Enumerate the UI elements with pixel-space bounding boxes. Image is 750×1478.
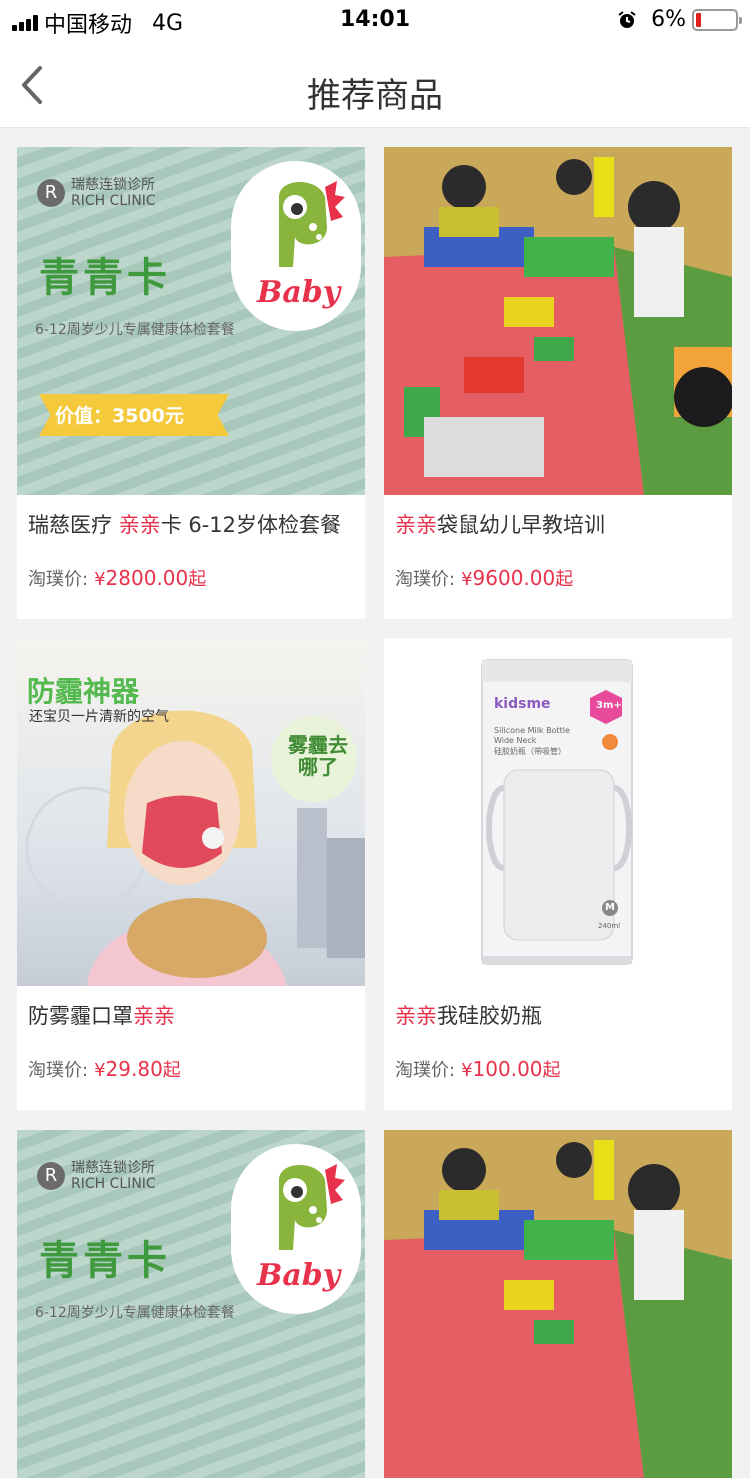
bottle-line1: Silicone Milk Bottle [494, 726, 570, 735]
image-headline: 防霾神器 [27, 675, 140, 708]
badge-text: Baby [257, 275, 341, 310]
bottle-age: 3m+ [596, 700, 622, 711]
price-value: 2800.00 [105, 566, 189, 590]
badge-text: Baby [257, 1258, 341, 1293]
product-image[interactable]: 防霾神器 还宝贝一片清新的空气 雾霾去哪了 [17, 638, 365, 986]
price-suffix: 起 [555, 569, 574, 590]
image-subline: 还宝贝一片清新的空气 [29, 709, 169, 725]
price-value: 9600.00 [472, 566, 556, 590]
title-suffix: 我硅胶奶瓶 [437, 1004, 542, 1028]
product-image[interactable] [384, 147, 732, 495]
clinic-name-en: RICH CLINIC [71, 1176, 156, 1192]
currency-symbol: ¥ [94, 569, 106, 590]
bottle-brand: kidsme [494, 696, 551, 712]
title-highlight: 亲亲 [133, 1004, 175, 1028]
title-suffix: 袋鼠幼儿早教培训 [437, 513, 605, 537]
product-card[interactable]: 亲亲袋鼠幼儿早教培训 淘璞价: ¥9600.00起 [384, 147, 732, 619]
image-subline: 6-12周岁少儿专属健康体检套餐 [35, 322, 235, 338]
price-value: 100.00 [472, 1057, 543, 1081]
value-ribbon-text: 价值：3500元 [55, 405, 184, 427]
price-value: 29.80 [105, 1057, 163, 1081]
alarm-icon [618, 10, 636, 28]
price-suffix: 起 [542, 1060, 561, 1081]
product-price: 淘璞价: ¥100.00起 [395, 1056, 561, 1082]
clinic-name-en: RICH CLINIC [71, 193, 156, 209]
product-image[interactable]: R 瑞慈连锁诊所 RICH CLINIC 青青卡 6-12周岁少儿专属健康体检套餐… [17, 147, 365, 495]
dinosaur-icon [279, 181, 345, 267]
clinic-logo-icon: R [37, 1162, 65, 1190]
title-highlight: 亲亲 [118, 513, 161, 537]
price-label: 淘璞价: [395, 1060, 456, 1081]
title-prefix: 防雾霾口罩 [28, 1004, 133, 1028]
kids-playing-photo [384, 147, 732, 495]
price-label: 淘璞价: [28, 569, 89, 590]
battery-percent: 6% [651, 7, 686, 32]
clinic-name-cn: 瑞慈连锁诊所 [71, 1160, 155, 1176]
title-highlight: 亲亲 [395, 513, 437, 537]
product-card[interactable]: kidsme Silicone Milk Bottle Wide Neck 硅胶… [384, 638, 732, 1110]
image-headline: 青青卡 [39, 1238, 171, 1284]
price-suffix: 起 [188, 569, 207, 590]
product-price: 淘璞价: ¥29.80起 [28, 1056, 181, 1082]
product-image[interactable]: kidsme Silicone Milk Bottle Wide Neck 硅胶… [384, 638, 732, 986]
clinic-logo-icon: R [37, 179, 65, 207]
bottle-line3: 硅胶奶瓶（带吸管） [494, 747, 566, 756]
product-image[interactable] [384, 1130, 732, 1478]
product-price: 淘璞价: ¥2800.00起 [28, 565, 206, 591]
image-headline: 青青卡 [39, 255, 171, 301]
price-suffix: 起 [162, 1060, 181, 1081]
title-highlight: 亲亲 [395, 1004, 437, 1028]
bottle-size: M [605, 902, 615, 913]
status-right: 6% [617, 7, 742, 32]
bottle-volume: 240ml [598, 922, 621, 930]
product-title: 亲亲袋鼠幼儿早教培训 [395, 509, 605, 539]
title-suffix: 卡 6-12岁体检套餐 [160, 513, 342, 537]
product-title: 防雾霾口罩亲亲 [28, 1000, 175, 1030]
product-image[interactable]: R 瑞慈连锁诊所 RICH CLINIC 青青卡 6-12周岁少儿专属健康体检套餐… [17, 1130, 365, 1478]
milk-bottle-package-photo [481, 659, 633, 965]
currency-symbol: ¥ [461, 1060, 473, 1081]
page-title: 推荐商品 [307, 76, 443, 116]
title-prefix: 瑞慈医疗 [28, 513, 119, 537]
product-title: 亲亲我硅胶奶瓶 [395, 1000, 542, 1030]
bottle-line2: Wide Neck [494, 736, 537, 745]
product-card[interactable] [384, 1130, 732, 1478]
product-card[interactable]: R 瑞慈连锁诊所 RICH CLINIC 青青卡 6-12周岁少儿专属健康体检套餐… [17, 147, 365, 619]
image-subline: 6-12周岁少儿专属健康体检套餐 [35, 1305, 235, 1321]
currency-symbol: ¥ [461, 569, 473, 590]
battery-icon [692, 8, 742, 31]
clinic-name-cn: 瑞慈连锁诊所 [71, 177, 155, 193]
clinic-logo: R 瑞慈连锁诊所 RICH CLINIC [37, 1160, 156, 1192]
price-label: 淘璞价: [395, 569, 456, 590]
product-card[interactable]: R 瑞慈连锁诊所 RICH CLINIC 青青卡 6-12周岁少儿专属健康体检套餐… [17, 1130, 365, 1478]
product-title: 瑞慈医疗 亲亲卡 6-12岁体检套餐 [28, 509, 341, 539]
nav-bar: 推荐商品 [0, 40, 750, 128]
status-bar: 中国移动 4G 14:01 6% [0, 0, 750, 40]
product-card[interactable]: 防霾神器 还宝贝一片清新的空气 雾霾去哪了 防雾霾口罩亲亲 淘璞价: ¥29.80… [17, 638, 365, 1110]
badge-text: 雾霾去哪了 [288, 733, 348, 779]
product-price: 淘璞价: ¥9600.00起 [395, 565, 573, 591]
kids-playing-photo [384, 1130, 732, 1478]
price-label: 淘璞价: [28, 1060, 89, 1081]
dinosaur-icon [279, 1164, 345, 1250]
currency-symbol: ¥ [94, 1060, 106, 1081]
clinic-logo: R 瑞慈连锁诊所 RICH CLINIC [37, 177, 156, 209]
